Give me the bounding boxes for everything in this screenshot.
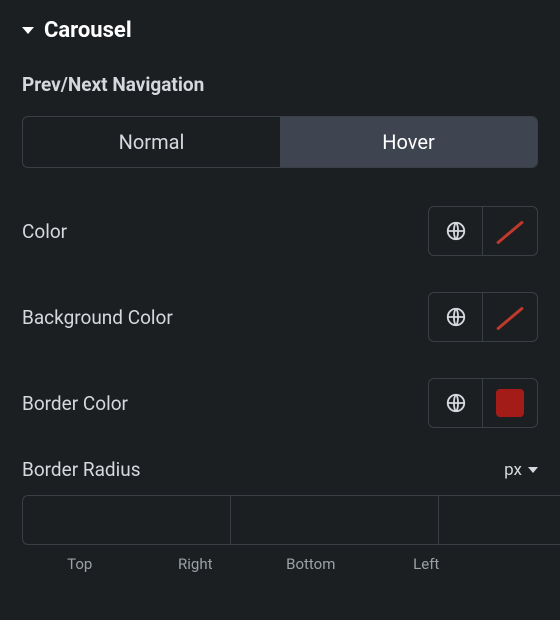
border-color-label: Border Color	[22, 392, 128, 415]
radius-left-label: Left	[369, 555, 485, 573]
group-label: Prev/Next Navigation	[22, 73, 538, 96]
border-color-swatch-button[interactable]	[483, 379, 537, 427]
background-color-control	[428, 292, 538, 342]
carousel-panel: Carousel Prev/Next Navigation Normal Hov…	[0, 0, 560, 591]
color-global-button[interactable]	[429, 207, 483, 255]
radius-bottom-label: Bottom	[253, 555, 369, 573]
color-label: Color	[22, 220, 67, 243]
background-color-row: Background Color	[22, 292, 538, 342]
color-swatch-button[interactable]	[483, 207, 537, 255]
color-swatch-icon	[496, 389, 524, 417]
state-toggle: Normal Hover	[22, 116, 538, 168]
globe-icon	[445, 306, 467, 328]
state-hover-tab[interactable]: Hover	[280, 117, 537, 167]
radius-right-label: Right	[138, 555, 254, 573]
border-color-global-button[interactable]	[429, 379, 483, 427]
unit-picker[interactable]: px	[504, 460, 538, 480]
border-radius-side-labels: Top Right Bottom Left	[22, 555, 538, 573]
globe-icon	[445, 220, 467, 242]
radius-top-label: Top	[22, 555, 138, 573]
border-radius-header: Border Radius px	[22, 458, 538, 481]
border-color-row: Border Color	[22, 378, 538, 428]
chevron-down-icon	[528, 467, 538, 473]
spacer	[484, 555, 538, 573]
radius-bottom-input[interactable]	[438, 495, 560, 545]
border-color-control	[428, 378, 538, 428]
border-radius-inputs	[22, 495, 538, 545]
background-color-swatch-button[interactable]	[483, 293, 537, 341]
state-normal-tab[interactable]: Normal	[23, 117, 280, 167]
radius-top-input[interactable]	[22, 495, 230, 545]
section-title: Carousel	[44, 18, 132, 43]
border-radius-label: Border Radius	[22, 458, 141, 481]
none-swatch-icon	[496, 217, 524, 245]
radius-right-input[interactable]	[230, 495, 438, 545]
unit-value: px	[504, 460, 522, 480]
color-row: Color	[22, 206, 538, 256]
caret-down-icon	[22, 27, 34, 34]
globe-icon	[445, 392, 467, 414]
background-color-label: Background Color	[22, 306, 173, 329]
none-swatch-icon	[496, 303, 524, 331]
background-color-global-button[interactable]	[429, 293, 483, 341]
section-header[interactable]: Carousel	[22, 18, 538, 43]
color-control	[428, 206, 538, 256]
